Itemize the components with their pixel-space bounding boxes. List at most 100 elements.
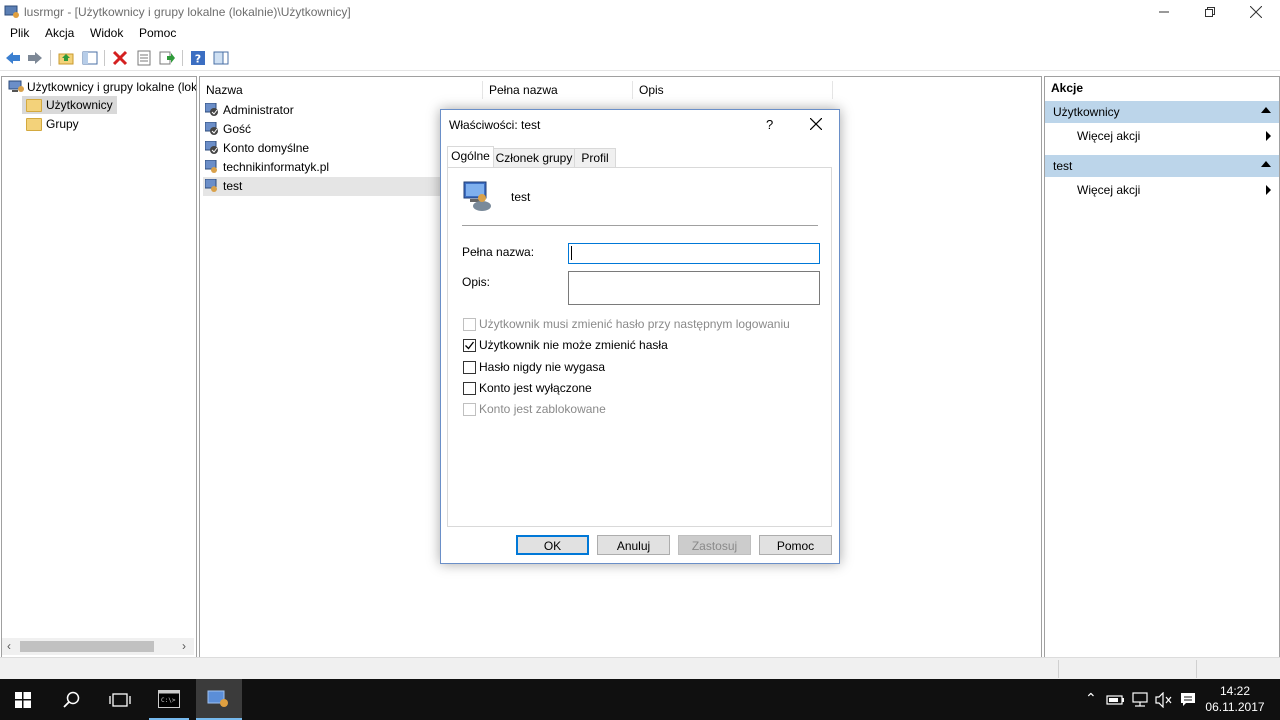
properties-icon[interactable] <box>136 50 152 66</box>
help-icon[interactable]: ? <box>190 50 206 66</box>
menu-widok[interactable]: Widok <box>90 26 123 40</box>
svg-text:C:\>: C:\> <box>161 697 176 704</box>
tree-item-grupy[interactable]: Grupy <box>22 115 117 133</box>
menu-plik[interactable]: Plik <box>10 26 29 40</box>
task-view-icon[interactable] <box>109 692 131 708</box>
column-header-fullname[interactable]: Pełna nazwa <box>483 81 633 99</box>
user-avatar-icon <box>463 181 491 211</box>
dialog-help-button[interactable]: ? <box>766 117 773 132</box>
close-button[interactable] <box>1233 0 1279 24</box>
table-row[interactable]: Gość <box>203 120 441 139</box>
user-icon <box>205 160 217 173</box>
search-icon[interactable] <box>63 691 81 709</box>
collapse-icon[interactable] <box>1261 161 1271 167</box>
windows-start-icon[interactable] <box>15 692 31 708</box>
submenu-arrow-icon <box>1266 131 1271 141</box>
tree-item-uzytkownicy[interactable]: Użytkownicy <box>22 96 117 114</box>
ok-button[interactable]: OK <box>516 535 589 555</box>
scroll-left-icon[interactable]: ‹ <box>7 639 11 653</box>
table-row[interactable]: technikinformatyk.pl <box>203 158 441 177</box>
column-header-name[interactable]: Nazwa <box>200 81 483 99</box>
svg-text:?: ? <box>195 53 201 66</box>
user-icon <box>205 103 218 116</box>
collapse-icon[interactable] <box>1261 107 1271 113</box>
checkbox-must-change-password[interactable] <box>463 318 476 331</box>
more-actions-link[interactable]: Więcej akcji <box>1077 183 1140 197</box>
action-center-icon[interactable] <box>1180 692 1196 708</box>
separator-line <box>462 225 818 226</box>
network-icon[interactable] <box>1131 692 1149 708</box>
checkmark-icon <box>465 341 475 350</box>
forward-icon[interactable] <box>27 50 43 66</box>
power-icon[interactable] <box>1106 693 1126 707</box>
minimize-button[interactable] <box>1141 0 1187 24</box>
column-header-description[interactable]: Opis <box>633 81 833 99</box>
delete-icon[interactable] <box>112 50 128 66</box>
tree-root[interactable]: Użytkownicy i grupy lokalne (lok <box>27 80 196 94</box>
table-row-selected[interactable]: test <box>203 177 441 196</box>
close-icon <box>1249 5 1263 19</box>
row-name: test <box>223 179 243 193</box>
restore-icon <box>1205 7 1215 17</box>
up-folder-icon[interactable] <box>58 50 74 66</box>
computer-users-icon <box>8 80 24 92</box>
checkbox-password-never-expires[interactable] <box>463 361 476 374</box>
clock-date[interactable]: 06.11.2017 <box>1205 700 1265 714</box>
folder-icon <box>26 99 42 112</box>
tree-item-label: Użytkownicy <box>46 98 113 112</box>
table-row[interactable]: Konto domyślne <box>203 139 441 158</box>
restore-button[interactable] <box>1187 0 1233 24</box>
tab-profil[interactable]: Profil <box>574 148 616 168</box>
show-hide-tree-icon[interactable] <box>82 50 98 66</box>
cancel-button[interactable]: Anuluj <box>597 535 670 555</box>
tab-czlonek-grupy[interactable]: Członek grupy <box>493 148 575 168</box>
clock-time[interactable]: 14:22 <box>1205 684 1265 698</box>
checkbox-label: Użytkownik musi zmienić hasło przy nastę… <box>479 317 790 331</box>
toolbar-separator <box>182 50 183 66</box>
taskbar-app-lusrmgr[interactable] <box>196 679 242 720</box>
checkbox-account-locked[interactable] <box>463 403 476 416</box>
checkbox-label: Hasło nigdy nie wygasa <box>479 360 606 374</box>
row-name: Administrator <box>223 103 294 117</box>
row-name: Konto domyślne <box>223 141 310 155</box>
scroll-right-icon[interactable]: › <box>182 639 186 653</box>
apply-button[interactable]: Zastosuj <box>678 535 751 555</box>
window-title: lusrmgr - [Użytkownicy i grupy lokalne (… <box>24 5 351 19</box>
user-icon <box>205 179 217 192</box>
menu-pomoc[interactable]: Pomoc <box>139 26 176 40</box>
text-caret <box>571 246 572 260</box>
menu-bar: Plik Akcja Widok Pomoc <box>0 24 1280 44</box>
dialog-title: Właściwości: test <box>449 118 541 132</box>
export-icon[interactable] <box>159 50 175 66</box>
actions-section-title: Użytkownicy <box>1053 105 1120 119</box>
volume-muted-icon[interactable] <box>1155 692 1173 708</box>
back-icon[interactable] <box>5 50 21 66</box>
checkbox-cannot-change-password[interactable] <box>463 339 476 352</box>
lusrmgr-app-icon <box>207 690 228 707</box>
menu-akcja[interactable]: Akcja <box>45 26 74 40</box>
checkbox-account-disabled[interactable] <box>463 382 476 395</box>
action-pane-icon[interactable] <box>213 50 229 66</box>
command-prompt-icon: C:\> <box>158 690 180 708</box>
tab-ogolne[interactable]: Ogólne <box>447 146 494 168</box>
more-actions-link[interactable]: Więcej akcji <box>1077 129 1140 143</box>
tree-horizontal-scrollbar[interactable]: ‹ › <box>2 638 194 655</box>
taskbar-app-cmd[interactable]: C:\> <box>149 679 189 720</box>
tree-item-label: Grupy <box>46 117 79 131</box>
toolbar-separator <box>50 50 51 66</box>
description-input[interactable] <box>568 271 820 305</box>
dialog-close-icon[interactable] <box>810 118 822 130</box>
actions-section-title: test <box>1053 159 1073 173</box>
actions-section-uzytkownicy[interactable]: Użytkownicy <box>1045 101 1279 123</box>
description-label: Opis: <box>462 275 491 289</box>
actions-section-test[interactable]: test <box>1045 155 1279 177</box>
taskbar: C:\> ⌃ 14:22 06.11.2017 <box>0 679 1280 720</box>
checkbox-label: Użytkownik nie może zmienić hasła <box>479 338 668 352</box>
scrollbar-thumb[interactable] <box>20 641 154 652</box>
tray-chevron-up-icon[interactable]: ⌃ <box>1085 690 1097 707</box>
table-row[interactable]: Administrator <box>203 101 441 120</box>
fullname-input[interactable] <box>568 243 820 264</box>
checkbox-label: Konto jest wyłączone <box>479 381 592 395</box>
status-bar <box>0 657 1280 680</box>
help-button[interactable]: Pomoc <box>759 535 832 555</box>
